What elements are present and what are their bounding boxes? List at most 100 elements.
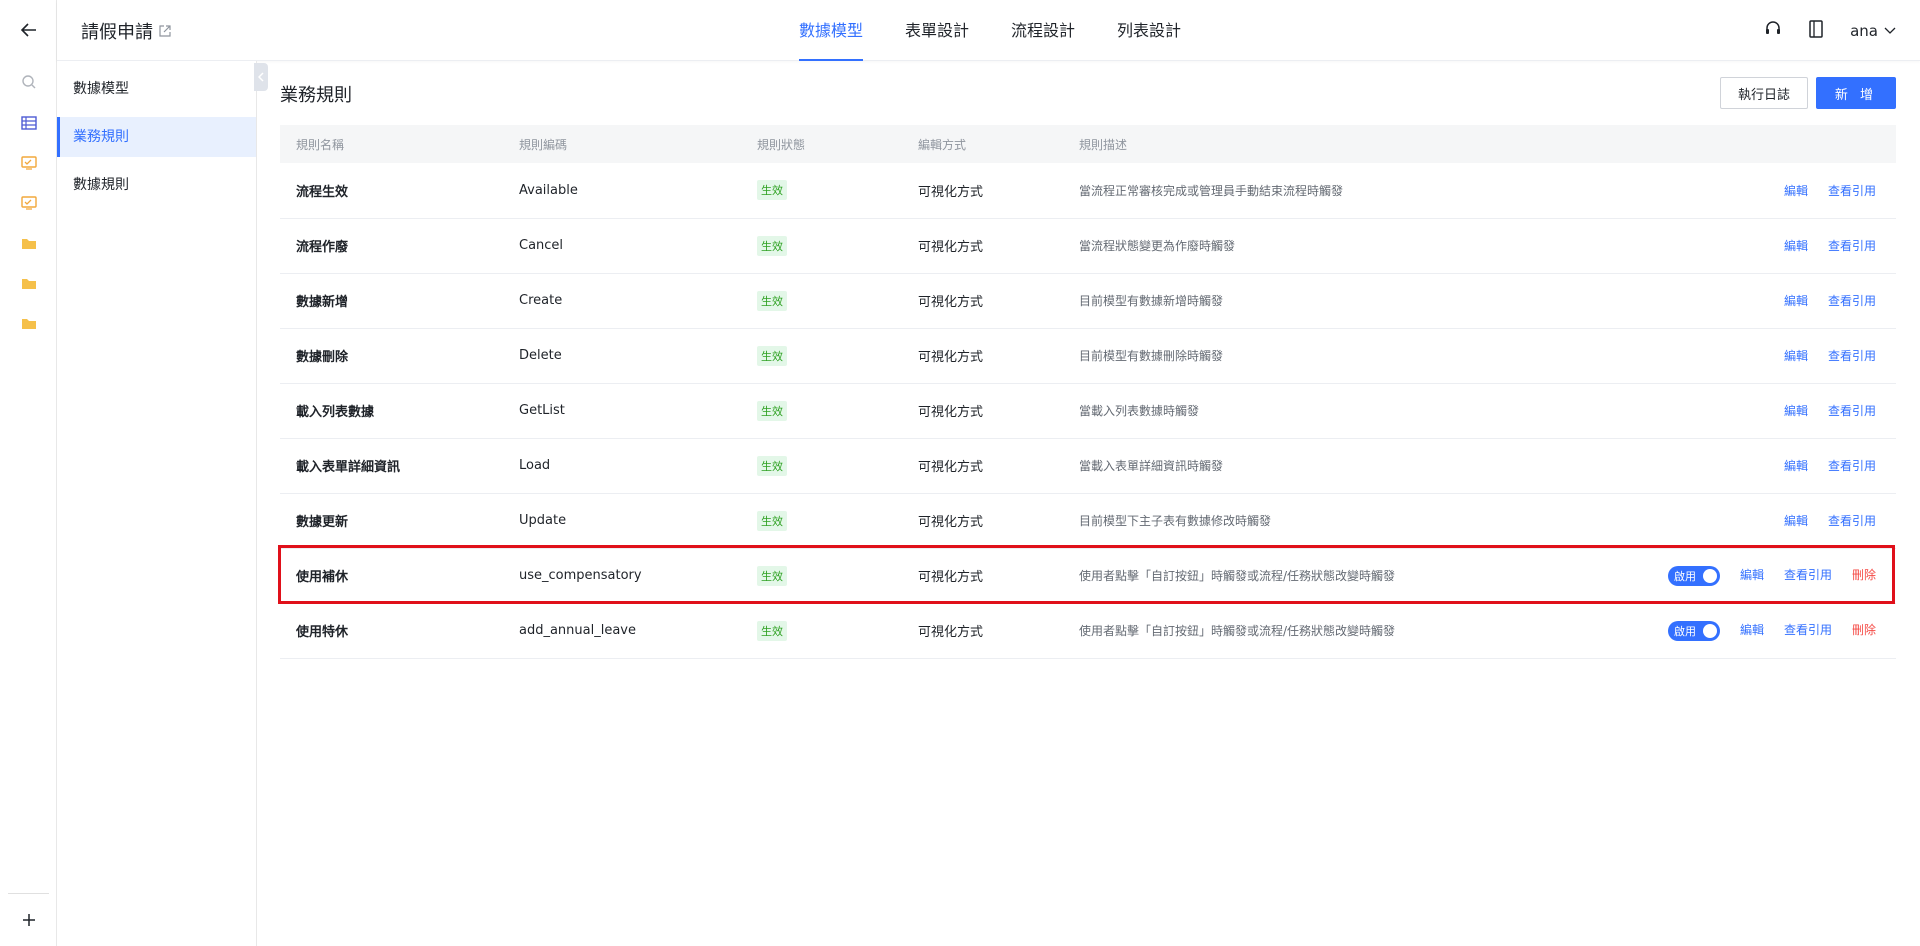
view-references-link[interactable]: 查看引用 <box>1784 568 1832 582</box>
view-references-link[interactable]: 查看引用 <box>1828 404 1876 418</box>
rule-name: 使用特休 <box>296 625 349 640</box>
collapse-sidebar-handle[interactable] <box>254 63 268 91</box>
tab-list-design[interactable]: 列表設計 <box>1117 0 1181 61</box>
chevron-down-icon <box>1884 27 1896 34</box>
edit-link[interactable]: 編輯 <box>1784 294 1808 308</box>
view-references-link[interactable]: 查看引用 <box>1828 514 1876 528</box>
edit-link[interactable]: 編輯 <box>1740 568 1764 582</box>
table-row: 載入列表數據 GetList 生效 可視化方式 當載入列表數據時觸發 編輯 查看引用 <box>280 383 1896 438</box>
back-arrow-icon[interactable] <box>0 10 57 50</box>
status-badge: 生效 <box>757 400 787 421</box>
tab-flow-design[interactable]: 流程設計 <box>1011 0 1075 61</box>
status-badge: 生效 <box>757 345 787 366</box>
view-references-link[interactable]: 查看引用 <box>1784 623 1832 637</box>
page-title: 業務規則 <box>280 85 352 106</box>
row-actions: 啟用 編輯 查看引用 刪除 <box>1579 548 1896 603</box>
edit-mode: 可視化方式 <box>918 515 984 530</box>
add-icon[interactable] <box>0 900 57 940</box>
main-tabs: 數據模型 表單設計 流程設計 列表設計 <box>799 0 1223 61</box>
rule-code: Delete <box>519 348 562 363</box>
rule-name: 流程作廢 <box>296 240 349 255</box>
table-icon[interactable] <box>0 103 57 143</box>
folder-icon[interactable] <box>0 303 57 343</box>
tab-form-design[interactable]: 表單設計 <box>905 0 969 61</box>
view-references-link[interactable]: 查看引用 <box>1828 349 1876 363</box>
table-row: 使用補休 use_compensatory 生效 可視化方式 使用者點擊「自訂按鈕」時觸… <box>280 548 1896 603</box>
sidebar-item-data-rules[interactable]: 數據規則 <box>57 165 256 205</box>
row-actions: 編輯 查看引用 <box>1579 493 1896 548</box>
top-right-tools: ana <box>1764 0 1896 61</box>
folder-icon[interactable] <box>0 263 57 303</box>
rule-name: 載入列表數據 <box>296 405 375 420</box>
toggle-knob <box>1702 623 1717 638</box>
edit-link[interactable]: 編輯 <box>1784 404 1808 418</box>
book-icon[interactable] <box>1808 19 1824 42</box>
edit-mode: 可視化方式 <box>918 350 984 365</box>
edit-mode: 可視化方式 <box>918 570 984 585</box>
delete-link[interactable]: 刪除 <box>1852 568 1876 582</box>
user-name: ana <box>1850 21 1878 40</box>
rule-description: 當流程狀態變更為作廢時觸發 <box>1079 239 1236 253</box>
execution-log-button[interactable]: 執行日誌 <box>1720 77 1808 109</box>
folder-icon[interactable] <box>0 223 57 263</box>
edit-mode: 可視化方式 <box>918 184 984 200</box>
column-header: 規則狀態 <box>757 137 806 152</box>
rule-description: 當載入列表數據時觸發 <box>1079 404 1200 418</box>
row-actions: 編輯 查看引用 <box>1579 328 1896 383</box>
rule-description: 當載入表單詳細資訊時觸發 <box>1079 459 1224 473</box>
rule-name: 數據新增 <box>296 295 349 310</box>
enable-toggle[interactable]: 啟用 <box>1667 565 1720 586</box>
user-menu[interactable]: ana <box>1850 22 1896 40</box>
edit-mode: 可視化方式 <box>918 240 984 255</box>
rule-name: 流程生效 <box>296 184 349 200</box>
view-references-link[interactable]: 查看引用 <box>1828 294 1876 308</box>
table-row: 數據新增 Create 生效 可視化方式 目前模型有數據新增時觸發 編輯 查看引用 <box>280 273 1896 328</box>
rule-name: 載入表單詳細資訊 <box>296 460 401 475</box>
chevron-left-icon <box>258 72 264 82</box>
table-row: 數據刪除 Delete 生效 可視化方式 目前模型有數據刪除時觸發 編輯 查看引用 <box>280 328 1896 383</box>
form-icon[interactable] <box>0 143 57 183</box>
rule-code: Create <box>519 293 563 308</box>
column-header-actions <box>1579 125 1896 163</box>
sidebar-item-business-rules[interactable]: 業務規則 <box>57 117 256 157</box>
edit-mode: 可視化方式 <box>918 295 984 310</box>
rule-description: 目前模型有數據新增時觸發 <box>1079 294 1224 308</box>
status-badge: 生效 <box>757 455 787 476</box>
table-row: 載入表單詳細資訊 Load 生效 可視化方式 當載入表單詳細資訊時觸發 編輯 查看引用 <box>280 438 1896 493</box>
tab-data-model[interactable]: 數據模型 <box>799 0 864 61</box>
edit-link[interactable]: 編輯 <box>1784 459 1808 473</box>
edit-link[interactable]: 編輯 <box>1784 349 1808 363</box>
search-icon[interactable] <box>0 62 57 102</box>
status-badge: 生效 <box>757 510 787 531</box>
status-badge: 生效 <box>757 235 787 256</box>
toggle-label: 啟用 <box>1673 569 1696 583</box>
add-rule-button[interactable]: 新 增 <box>1816 77 1896 109</box>
row-actions: 編輯 查看引用 <box>1579 273 1896 328</box>
rule-code: GetList <box>519 403 565 418</box>
edit-link[interactable]: 編輯 <box>1784 184 1808 198</box>
table-row: 流程作廢 Cancel 生效 可視化方式 當流程狀態變更為作廢時觸發 編輯 查看引用 <box>280 218 1896 273</box>
row-actions: 編輯 查看引用 <box>1579 383 1896 438</box>
row-actions: 編輯 查看引用 <box>1579 163 1896 218</box>
form-icon[interactable] <box>0 183 57 223</box>
edit-link[interactable]: 編輯 <box>1740 623 1764 637</box>
view-references-link[interactable]: 查看引用 <box>1828 184 1876 198</box>
app-title: 請假申請 <box>81 22 153 43</box>
rule-description: 目前模型下主子表有數據修改時觸發 <box>1079 514 1272 528</box>
status-badge: 生效 <box>757 565 787 586</box>
status-badge: 生效 <box>757 290 787 311</box>
delete-link[interactable]: 刪除 <box>1852 623 1876 637</box>
column-header: 規則編碼 <box>519 137 568 152</box>
edit-link[interactable]: 編輯 <box>1784 514 1808 528</box>
sidebar-item-data-model[interactable]: 數據模型 <box>57 69 256 109</box>
view-references-link[interactable]: 查看引用 <box>1828 459 1876 473</box>
enable-toggle[interactable]: 啟用 <box>1667 620 1720 641</box>
view-references-link[interactable]: 查看引用 <box>1828 239 1876 253</box>
support-icon[interactable] <box>1764 20 1782 42</box>
external-link-icon[interactable] <box>159 22 171 41</box>
edit-link[interactable]: 編輯 <box>1784 239 1808 253</box>
column-header: 編輯方式 <box>918 137 967 152</box>
rule-description: 使用者點擊「自訂按鈕」時觸發或流程/任務狀態改變時觸發 <box>1079 569 1396 583</box>
rule-code: Load <box>519 458 551 473</box>
row-actions: 編輯 查看引用 <box>1579 218 1896 273</box>
